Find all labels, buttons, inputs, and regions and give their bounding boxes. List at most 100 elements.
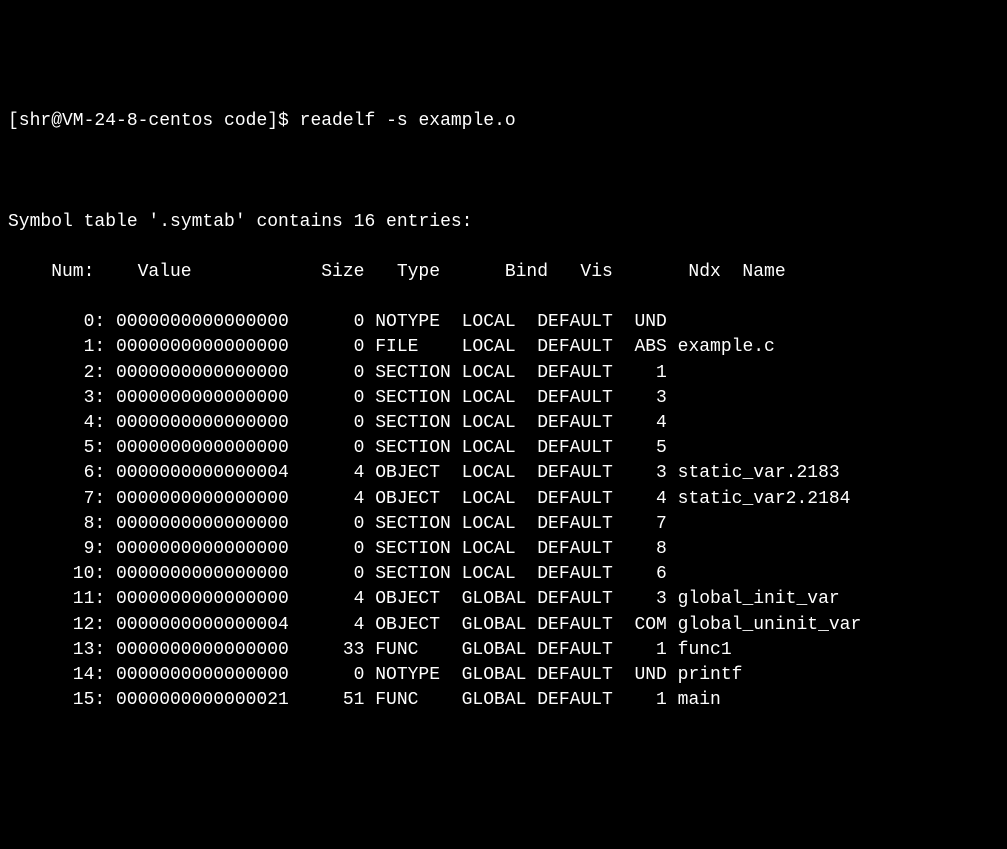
cell-ndx: ABS (624, 335, 667, 360)
cell-num: 15 (8, 688, 94, 713)
cell-num: 10 (8, 562, 94, 587)
cell-type: SECTION (375, 361, 461, 386)
cell-ndx: 3 (624, 461, 667, 486)
cell-vis: DEFAULT (537, 512, 623, 537)
hdr-type: Type (397, 260, 483, 285)
cell-ndx: 3 (624, 386, 667, 411)
cell-num: 3 (8, 386, 94, 411)
cell-value: 0000000000000000 (116, 663, 300, 688)
cell-vis: DEFAULT (537, 335, 623, 360)
cell-bind: LOCAL (462, 335, 538, 360)
cell-ndx: 1 (624, 688, 667, 713)
cell-value: 0000000000000000 (116, 638, 300, 663)
cell-name: printf (678, 663, 743, 688)
cell-num: 6 (8, 461, 94, 486)
cell-value: 0000000000000004 (116, 613, 300, 638)
cell-value: 0000000000000000 (116, 537, 300, 562)
cell-vis: DEFAULT (537, 562, 623, 587)
cell-vis: DEFAULT (537, 587, 623, 612)
cell-name: func1 (678, 638, 732, 663)
cell-size: 0 (300, 361, 365, 386)
cell-value: 0000000000000000 (116, 436, 300, 461)
cell-vis: DEFAULT (537, 386, 623, 411)
cell-size: 51 (300, 688, 365, 713)
cell-num: 12 (8, 613, 94, 638)
hdr-size: Size (321, 260, 386, 285)
hdr-vis: Vis (580, 260, 666, 285)
cell-vis: DEFAULT (537, 613, 623, 638)
cell-vis: DEFAULT (537, 461, 623, 486)
table-row: 3: 00000000000000000 SECTIONLOCALDEFAULT… (8, 386, 999, 411)
cell-ndx: UND (624, 663, 667, 688)
cell-type: SECTION (375, 386, 461, 411)
cell-bind: GLOBAL (462, 688, 538, 713)
cell-value: 0000000000000000 (116, 512, 300, 537)
cell-size: 0 (300, 335, 365, 360)
cell-value: 0000000000000000 (116, 487, 300, 512)
table-row: 11: 00000000000000004 OBJECTGLOBALDEFAUL… (8, 587, 999, 612)
table-row: 5: 00000000000000000 SECTIONLOCALDEFAULT… (8, 436, 999, 461)
cell-ndx: 1 (624, 638, 667, 663)
cell-name: global_init_var (678, 587, 840, 612)
cell-type: FUNC (375, 638, 461, 663)
cell-size: 0 (300, 537, 365, 562)
cell-size: 33 (300, 638, 365, 663)
table-row: 13: 000000000000000033 FUNCGLOBALDEFAULT… (8, 638, 999, 663)
cell-size: 0 (300, 310, 365, 335)
cell-bind: LOCAL (462, 310, 538, 335)
cell-ndx: COM (624, 613, 667, 638)
prompt-line: [shr@VM-24-8-centos code]$ readelf -s ex… (8, 109, 999, 134)
cell-bind: GLOBAL (462, 638, 538, 663)
symbol-table-body: 0: 00000000000000000 NOTYPELOCALDEFAULTU… (8, 310, 999, 713)
cell-value: 0000000000000021 (116, 688, 300, 713)
cell-vis: DEFAULT (537, 487, 623, 512)
cell-vis: DEFAULT (537, 310, 623, 335)
cell-bind: LOCAL (462, 411, 538, 436)
table-row: 8: 00000000000000000 SECTIONLOCALDEFAULT… (8, 512, 999, 537)
cell-num: 9 (8, 537, 94, 562)
cell-vis: DEFAULT (537, 638, 623, 663)
hdr-num: Num: (8, 260, 94, 285)
table-row: 9: 00000000000000000 SECTIONLOCALDEFAULT… (8, 537, 999, 562)
table-row: 1: 00000000000000000 FILELOCALDEFAULTABS… (8, 335, 999, 360)
cell-ndx: 5 (624, 436, 667, 461)
table-row: 14: 00000000000000000 NOTYPEGLOBALDEFAUL… (8, 663, 999, 688)
cell-ndx: 6 (624, 562, 667, 587)
cell-bind: LOCAL (462, 512, 538, 537)
cell-size: 4 (300, 461, 365, 486)
cell-num: 8 (8, 512, 94, 537)
cell-type: OBJECT (375, 587, 461, 612)
cell-ndx: 3 (624, 587, 667, 612)
cell-size: 0 (300, 411, 365, 436)
cell-bind: LOCAL (462, 537, 538, 562)
table-row: 7: 00000000000000004 OBJECTLOCALDEFAULT4… (8, 487, 999, 512)
cell-size: 4 (300, 613, 365, 638)
cell-type: NOTYPE (375, 663, 461, 688)
cell-bind: GLOBAL (462, 613, 538, 638)
cell-size: 0 (300, 512, 365, 537)
cell-vis: DEFAULT (537, 688, 623, 713)
cell-num: 11 (8, 587, 94, 612)
cell-bind: LOCAL (462, 361, 538, 386)
cell-type: OBJECT (375, 613, 461, 638)
cell-ndx: 7 (624, 512, 667, 537)
cell-type: SECTION (375, 436, 461, 461)
cell-value: 0000000000000004 (116, 461, 300, 486)
cell-size: 0 (300, 386, 365, 411)
cell-type: SECTION (375, 512, 461, 537)
cell-vis: DEFAULT (537, 411, 623, 436)
cell-ndx: 4 (624, 411, 667, 436)
cell-vis: DEFAULT (537, 537, 623, 562)
cell-name: main (678, 688, 721, 713)
cell-ndx: 8 (624, 537, 667, 562)
cell-type: SECTION (375, 411, 461, 436)
cell-num: 13 (8, 638, 94, 663)
cell-value: 0000000000000000 (116, 587, 300, 612)
cell-name: example.c (678, 335, 775, 360)
cell-bind: LOCAL (462, 436, 538, 461)
cell-type: OBJECT (375, 461, 461, 486)
cell-size: 0 (300, 562, 365, 587)
header-row: Num: ValueSize Type BindVis Ndx Name (8, 260, 999, 285)
cell-type: SECTION (375, 537, 461, 562)
cell-vis: DEFAULT (537, 436, 623, 461)
